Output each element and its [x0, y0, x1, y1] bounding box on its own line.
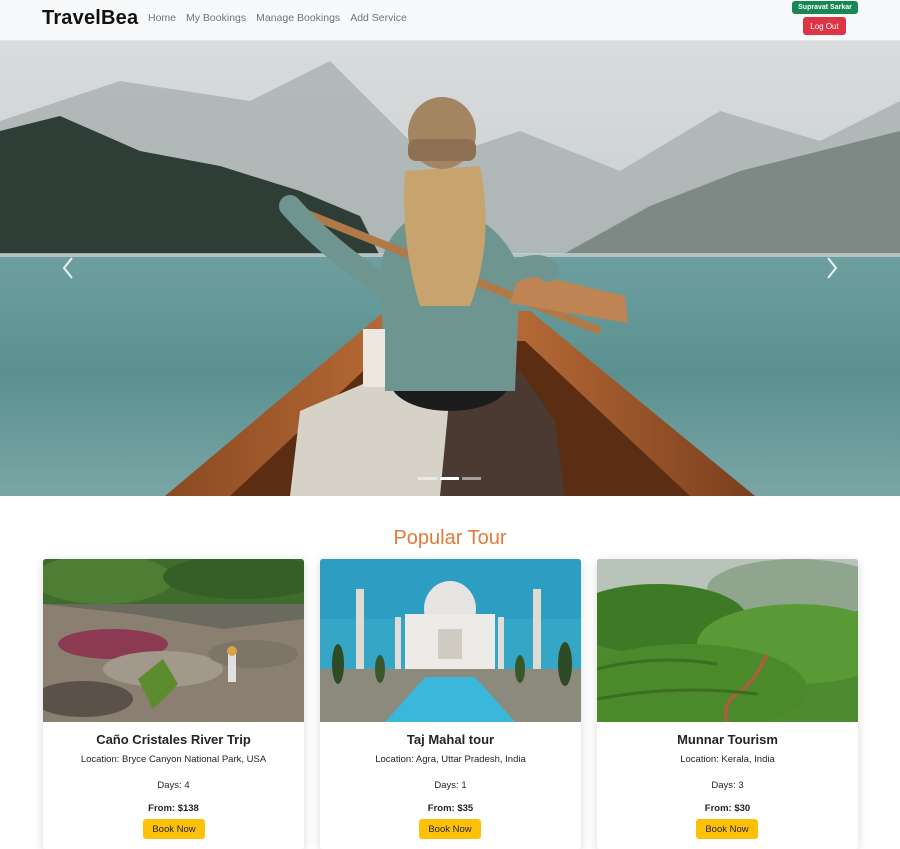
tour-location: Location: Agra, Uttar Pradesh, India — [375, 754, 526, 765]
nav-link-manage-bookings[interactable]: Manage Bookings — [256, 12, 340, 24]
carousel-indicator-2[interactable] — [440, 477, 459, 480]
carousel-next-button[interactable] — [824, 253, 840, 283]
carousel-indicator-1[interactable] — [418, 477, 437, 480]
chevron-left-icon — [62, 257, 73, 279]
nav-link-home[interactable]: Home — [148, 12, 176, 24]
book-now-button[interactable]: Book Now — [419, 819, 481, 839]
brand-logo[interactable]: TravelBea — [42, 7, 138, 30]
tour-image — [597, 559, 858, 722]
tour-days: Days: 4 — [157, 780, 190, 791]
chevron-right-icon — [827, 257, 838, 279]
tour-title: Taj Mahal tour — [406, 732, 495, 747]
tour-image — [320, 559, 581, 722]
tour-title: Munnar Tourism — [677, 732, 778, 747]
tour-price: From: $30 — [704, 803, 751, 814]
user-name-badge: Supravat Sarkar — [792, 1, 858, 14]
tour-title: Caño Cristales River Trip — [96, 732, 251, 747]
hero-carousel — [0, 41, 900, 496]
tour-days: Days: 1 — [434, 780, 467, 791]
carousel-indicator-3[interactable] — [462, 477, 481, 480]
tour-card: Taj Mahal tour Location: Agra, Uttar Pra… — [320, 559, 581, 849]
tour-card: Caño Cristales River Trip Location: Bryc… — [43, 559, 304, 849]
logout-button[interactable]: Log Out — [803, 17, 846, 35]
book-now-button[interactable]: Book Now — [143, 819, 205, 839]
tour-image — [43, 559, 304, 722]
tour-days: Days: 3 — [711, 780, 744, 791]
nav-links: Home My Bookings Manage Bookings Add Ser… — [148, 12, 407, 24]
tour-location: Location: Kerala, India — [680, 754, 775, 765]
tour-price: From: $138 — [148, 803, 199, 814]
book-now-button[interactable]: Book Now — [696, 819, 758, 839]
navbar: TravelBea Home My Bookings Manage Bookin… — [0, 0, 900, 41]
nav-link-my-bookings[interactable]: My Bookings — [186, 12, 246, 24]
tour-price: From: $35 — [427, 803, 474, 814]
tour-card: Munnar Tourism Location: Kerala, India D… — [597, 559, 858, 849]
carousel-indicators — [418, 477, 481, 480]
carousel-prev-button[interactable] — [60, 253, 76, 283]
hero-image — [0, 41, 900, 496]
tour-location: Location: Bryce Canyon National Park, US… — [80, 754, 267, 765]
section-title: Popular Tour — [393, 527, 507, 549]
nav-link-add-service[interactable]: Add Service — [350, 12, 407, 24]
